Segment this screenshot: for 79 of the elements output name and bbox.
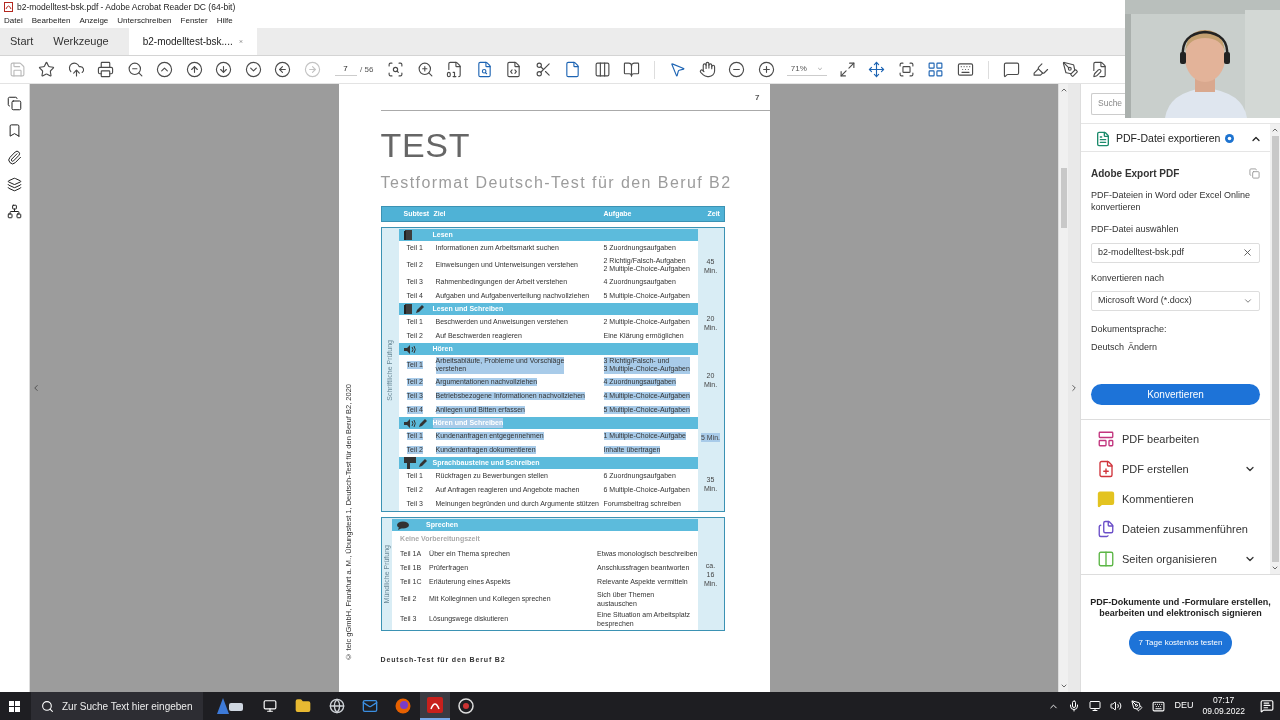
tree-icon[interactable] — [7, 204, 22, 219]
zoom-select[interactable]: 71% — [786, 63, 827, 76]
window-title: b2-modelltest-bsk.pdf - Adobe Acrobat Reader DC (64-bit) — [17, 0, 236, 14]
change-link[interactable]: Ändern — [1128, 340, 1158, 354]
collapse-right-icon[interactable] — [1069, 383, 1079, 393]
notifications-icon[interactable] — [1260, 699, 1274, 713]
volume-icon[interactable] — [1110, 700, 1123, 712]
speaker-icon — [403, 418, 416, 428]
export-header[interactable]: PDF-Datei exportieren — [1081, 126, 1270, 152]
layers-icon[interactable] — [7, 177, 22, 192]
scrollbar-thumb[interactable] — [1271, 136, 1279, 562]
menu-item[interactable]: Hilfe — [216, 15, 233, 27]
menu-item[interactable]: Bearbeiten — [31, 15, 71, 27]
field-label: PDF-Datei auswählen — [1091, 223, 1180, 236]
menu-item[interactable]: Anzeige — [79, 15, 109, 27]
field-label: Dokumentsprache: — [1091, 323, 1168, 336]
app-icon[interactable] — [215, 698, 245, 714]
speech-bubble-icon — [397, 520, 410, 530]
clock[interactable]: 07:17 09.09.2022 — [1202, 695, 1245, 717]
windows-start-icon[interactable] — [9, 700, 20, 712]
task-view-icon[interactable] — [263, 699, 277, 713]
scrollbar-thumb[interactable] — [1060, 168, 1067, 228]
page-field[interactable]: 7 — [334, 63, 357, 76]
network-icon[interactable] — [1089, 700, 1102, 712]
format-select[interactable]: Microsoft Word (*.docx) — [1091, 291, 1260, 311]
scroll-down-icon[interactable] — [1271, 564, 1279, 572]
scroll-up-icon[interactable] — [1059, 86, 1068, 94]
book-icon — [403, 230, 413, 240]
document-title: TEST — [380, 127, 471, 163]
scroll-down-icon[interactable] — [1059, 682, 1068, 690]
trial-button[interactable]: 7 Tage kostenlos testen — [1128, 631, 1233, 655]
clear-icon[interactable] — [1242, 247, 1253, 258]
acrobat-taskbar-button[interactable] — [420, 692, 450, 720]
search-field[interactable]: Suche — [1091, 92, 1127, 115]
puzzle-icon — [403, 457, 416, 469]
pages-icon[interactable] — [7, 96, 22, 111]
export-pdf-icon — [1095, 130, 1111, 147]
paperclip-icon[interactable] — [7, 150, 22, 165]
menu-item[interactable]: Datei — [4, 15, 23, 27]
menu-item[interactable]: Fenster — [180, 15, 208, 27]
speaker-icon — [403, 344, 416, 354]
page-number: 7 — [755, 92, 760, 104]
app-icon[interactable] — [458, 698, 474, 714]
tool-item[interactable]: PDF bearbeiten — [1081, 424, 1270, 454]
convert-button[interactable]: Konvertieren — [1091, 384, 1260, 405]
caret-icon — [1243, 296, 1253, 306]
tool-item[interactable]: Dateien zusammenführen — [1081, 514, 1270, 544]
tab[interactable]: b2-modelltest-bsk.... — [128, 28, 257, 55]
badge-icon — [1225, 134, 1235, 143]
tab[interactable]: Werkzeuge — [43, 28, 119, 55]
mail-icon[interactable] — [362, 698, 378, 714]
firefox-icon[interactable] — [395, 698, 411, 714]
pen-icon[interactable] — [1131, 700, 1144, 712]
export-description: PDF-Dateien in Word oder Excel Online konvertieren — [1091, 189, 1251, 213]
page-count: / 56 — [360, 63, 374, 76]
tab[interactable]: Start — [0, 28, 44, 55]
promo-text: PDF-Dokumente und -Formulare erstellen, bearbeiten und elektronisch signieren — [1089, 597, 1272, 619]
browser-icon[interactable] — [329, 698, 345, 714]
book-icon — [403, 304, 413, 314]
taskbar-search-field[interactable]: Zur Suche Text hier eingeben — [31, 692, 203, 720]
caret-icon — [816, 65, 823, 73]
tool-item[interactable]: PDF erstellen — [1081, 454, 1270, 484]
field-label: Konvertieren nach — [1091, 271, 1166, 285]
document-subtitle: Testformat Deutsch-Test für den Beruf B2 — [380, 173, 732, 193]
search-icon — [41, 699, 54, 713]
tool-item[interactable]: Kommentieren — [1081, 484, 1270, 514]
microphone-icon[interactable] — [1068, 700, 1081, 712]
export-heading: Adobe Export PDF — [1091, 167, 1180, 181]
keyboard-icon[interactable] — [1152, 699, 1166, 713]
input-language[interactable]: DEU — [1174, 699, 1194, 713]
close-icon — [238, 37, 243, 46]
acrobat-icon — [427, 697, 443, 713]
bookmark-icon[interactable] — [7, 123, 22, 138]
menu-item[interactable]: Unterschreiben — [117, 15, 172, 27]
file-field[interactable]: b2-modelltest-bsk.pdf — [1091, 242, 1260, 263]
tool-item[interactable]: Seiten organisieren — [1081, 544, 1270, 574]
file-explorer-icon[interactable] — [295, 698, 311, 714]
language-value: Deutsch — [1091, 340, 1125, 354]
scroll-up-icon[interactable] — [1271, 126, 1279, 134]
